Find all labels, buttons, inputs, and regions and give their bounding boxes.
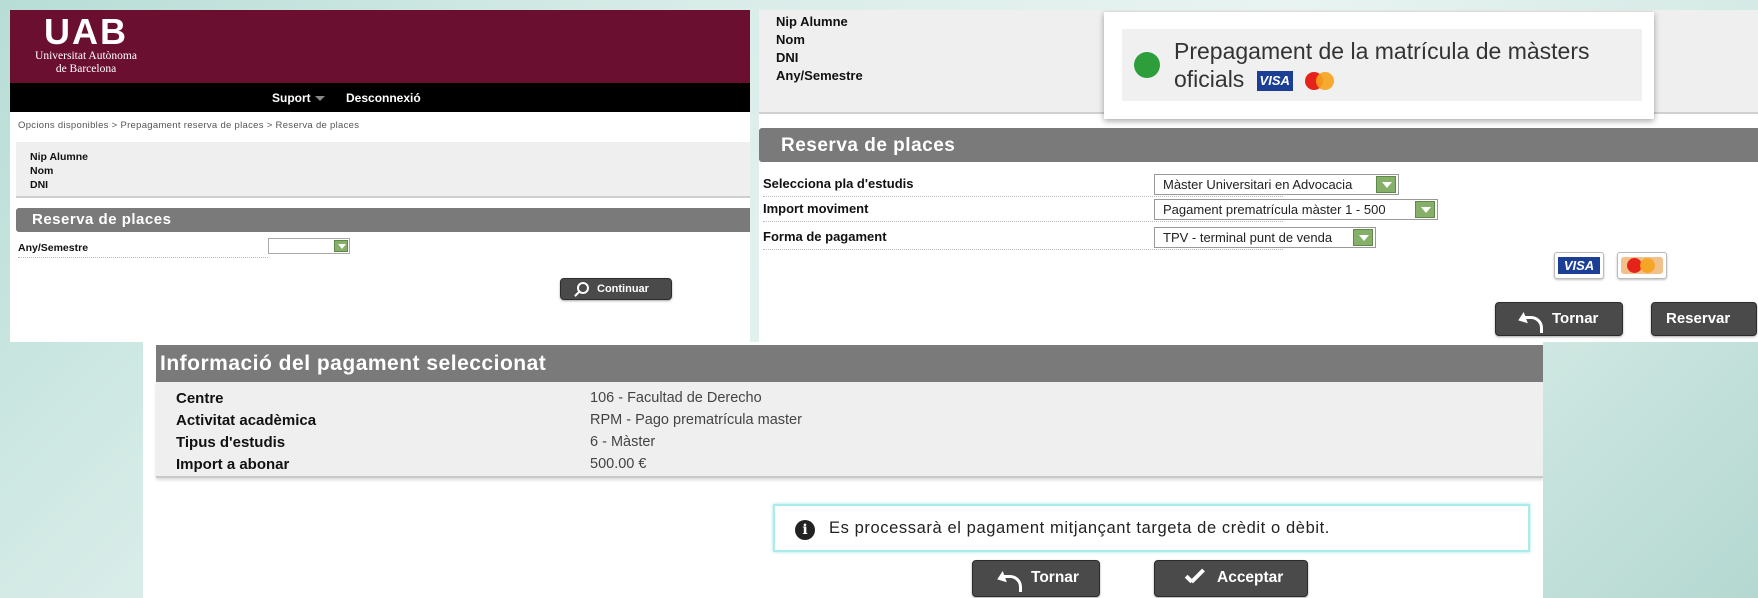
payment-details: Centre 106 - Facultad de Derecho Activit… bbox=[156, 382, 1543, 478]
label-nom: Nom bbox=[30, 165, 54, 177]
label-any-semestre: Any/Semestre bbox=[776, 68, 863, 83]
info-icon: i bbox=[795, 520, 815, 540]
section-title: Reserva de places bbox=[759, 128, 1758, 162]
label-tipus-estudis: Tipus d'estudis bbox=[176, 434, 286, 451]
reservation-panel-step2: Nip Alumne Nom DNI Any/Semestre Prepagam… bbox=[759, 10, 1758, 342]
chevron-down-icon bbox=[1415, 201, 1435, 218]
label-dni: DNI bbox=[776, 50, 799, 65]
mastercard-logo-icon bbox=[1621, 257, 1663, 274]
pla-estudis-select[interactable]: Màster Universitari en Advocacia bbox=[1154, 174, 1399, 195]
nav-suport-label: Suport bbox=[272, 91, 311, 105]
breadcrumb: Opcions disponibles > Prepagament reserv… bbox=[18, 120, 360, 131]
section-title: Informació del pagament seleccionat bbox=[156, 345, 1543, 382]
promo-card: Prepagament de la matrícula de màsters o… bbox=[1104, 12, 1654, 119]
value-activitat: RPM - Pago prematrícula master bbox=[590, 412, 802, 428]
promo-text: Prepagament de la matrícula de màsters o… bbox=[1174, 37, 1634, 93]
uab-logo[interactable]: UAB Universitat Autònoma de Barcelona bbox=[26, 11, 146, 76]
section-title: Reserva de places bbox=[16, 208, 750, 232]
visa-logo-icon: VISA bbox=[1256, 70, 1293, 91]
continue-button[interactable]: Continuar bbox=[560, 278, 672, 300]
back-button[interactable]: Tornar bbox=[1495, 302, 1623, 336]
import-moviment-value: Pagament prematrícula màster 1 - 500 bbox=[1163, 202, 1386, 217]
reservation-panel-step1: UAB Universitat Autònoma de Barcelona Su… bbox=[10, 10, 750, 342]
promo-title: Prepagament de la matrícula de màsters o… bbox=[1174, 38, 1590, 92]
label-centre: Centre bbox=[176, 390, 224, 407]
value-tipus-estudis: 6 - Màster bbox=[590, 434, 656, 450]
payment-info-panel: Informació del pagament seleccionat Cent… bbox=[143, 342, 1543, 598]
site-header: UAB Universitat Autònoma de Barcelona bbox=[10, 10, 750, 83]
logo-line-1: Universitat Autònoma bbox=[35, 50, 137, 62]
top-nav: Suport Desconnexió bbox=[10, 83, 750, 112]
forma-pagament-value: TPV - terminal punt de venda bbox=[1163, 230, 1333, 245]
logo-mark: UAB bbox=[44, 11, 128, 52]
nav-suport-menu[interactable]: Suport bbox=[272, 91, 325, 105]
search-icon bbox=[577, 282, 589, 294]
chevron-down-icon bbox=[1376, 176, 1396, 193]
logo-line-2: de Barcelona bbox=[55, 63, 117, 75]
label-nom: Nom bbox=[776, 32, 805, 47]
label-nip-alumne: Nip Alumne bbox=[776, 14, 848, 29]
promo-banner: Prepagament de la matrícula de màsters o… bbox=[1122, 29, 1642, 101]
accept-label: Acceptar bbox=[1217, 569, 1284, 586]
accept-button[interactable]: Acceptar bbox=[1154, 560, 1308, 597]
mastercard-logo-icon bbox=[1305, 71, 1335, 90]
forma-pagament-select[interactable]: TPV - terminal punt de venda bbox=[1154, 227, 1376, 248]
any-semestre-select[interactable] bbox=[268, 238, 350, 254]
label-activitat: Activitat acadèmica bbox=[176, 412, 317, 429]
notice-text: Es processarà el pagament mitjançant tar… bbox=[829, 519, 1330, 537]
value-import: 500.00 € bbox=[590, 456, 647, 472]
back-button[interactable]: Tornar bbox=[972, 560, 1100, 597]
visa-logo-icon: VISA bbox=[1558, 257, 1600, 274]
label-any-semestre: Any/Semestre bbox=[18, 242, 268, 258]
label-import: Import a abonar bbox=[176, 456, 290, 473]
import-moviment-select[interactable]: Pagament prematrícula màster 1 - 500 bbox=[1154, 199, 1438, 220]
back-label: Tornar bbox=[1552, 310, 1599, 327]
mastercard-card-button[interactable] bbox=[1617, 252, 1667, 279]
continue-label: Continuar bbox=[597, 283, 649, 295]
visa-card-button[interactable]: VISA bbox=[1554, 252, 1604, 279]
undo-icon bbox=[997, 572, 1022, 592]
label-dni: DNI bbox=[30, 179, 49, 191]
back-label: Tornar bbox=[1031, 569, 1079, 586]
check-icon bbox=[1183, 571, 1205, 585]
nav-logout-link[interactable]: Desconnexió bbox=[346, 91, 421, 105]
pla-estudis-value: Màster Universitari en Advocacia bbox=[1163, 177, 1353, 192]
chevron-down-icon bbox=[334, 240, 348, 252]
student-info-box: Nip Alumne Nom DNI bbox=[16, 142, 750, 198]
payment-notice: i Es processarà el pagament mitjançant t… bbox=[773, 504, 1530, 552]
reserve-button[interactable]: Reservar bbox=[1651, 302, 1757, 336]
chevron-down-icon bbox=[1353, 229, 1373, 246]
value-centre: 106 - Facultad de Derecho bbox=[590, 390, 762, 406]
status-dot-icon bbox=[1134, 52, 1160, 78]
chevron-down-icon bbox=[314, 96, 325, 102]
label-nip-alumne: Nip Alumne bbox=[30, 151, 88, 163]
undo-icon bbox=[1518, 313, 1543, 333]
